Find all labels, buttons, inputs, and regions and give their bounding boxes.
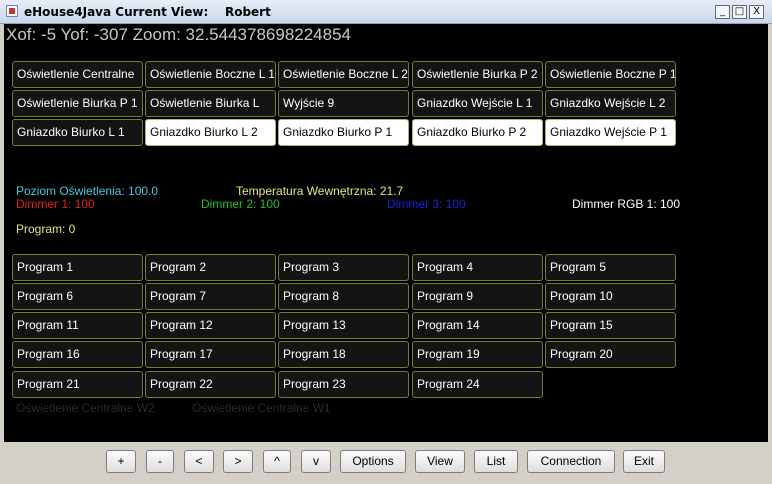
output-tile[interactable]: Oświetlenie Biurka P 1: [12, 90, 143, 117]
output-tile[interactable]: Oświetlenie Centralne: [12, 61, 143, 88]
program-button[interactable]: Program 16: [12, 341, 143, 368]
output-tile[interactable]: Oświetlenie Boczne L 2: [278, 61, 409, 88]
pan-down-button[interactable]: v: [301, 450, 331, 473]
program-button[interactable]: Program 3: [278, 254, 409, 281]
output-tile[interactable]: Gniazdko Wejście P 1: [545, 119, 676, 146]
program-status: Program: 0: [16, 222, 76, 236]
temperature-reading: Temperatura Wewnętrzna: 21.7: [236, 184, 404, 198]
program-button[interactable]: Program 2: [145, 254, 276, 281]
program-button[interactable]: Program 8: [278, 283, 409, 310]
program-button[interactable]: Program 18: [278, 341, 409, 368]
output-tile[interactable]: Gniazdko Biurko L 2: [145, 119, 276, 146]
window-title: eHouse4Java Current View: Robert: [24, 5, 271, 19]
program-button[interactable]: Program 19: [412, 341, 543, 368]
program-button[interactable]: Program 11: [12, 312, 143, 339]
connection-button[interactable]: Connection: [527, 450, 615, 473]
output-tile[interactable]: Gniazdko Biurko P 2: [412, 119, 543, 146]
program-button[interactable]: Program 13: [278, 312, 409, 339]
program-button[interactable]: Program 12: [145, 312, 276, 339]
program-button[interactable]: Program 7: [145, 283, 276, 310]
output-tile[interactable]: Oświetlenie Biurka P 2: [412, 61, 543, 88]
exit-button[interactable]: Exit: [623, 450, 665, 473]
faint-label-w2: Oświetlenie Centralne W2: [16, 401, 155, 415]
list-button[interactable]: List: [474, 450, 518, 473]
output-tile[interactable]: Gniazdko Wejście L 2: [545, 90, 676, 117]
close-button[interactable]: X: [749, 5, 764, 19]
program-button[interactable]: Program 9: [412, 283, 543, 310]
program-button[interactable]: Program 1: [12, 254, 143, 281]
options-button[interactable]: Options: [340, 450, 406, 473]
pan-up-button[interactable]: ^: [263, 450, 291, 473]
pan-right-button[interactable]: >: [223, 450, 253, 473]
dimmer-2-reading: Dimmer 2: 100: [201, 197, 280, 211]
program-button[interactable]: Program 21: [12, 371, 143, 398]
view-coordinates: Xof: -5 Yof: -307 Zoom: 32.5443786982248…: [6, 25, 351, 44]
program-button[interactable]: Program 10: [545, 283, 676, 310]
maximize-button[interactable]: □: [732, 5, 747, 19]
toolbar: + - < > ^ v Options View List Connection…: [0, 442, 772, 484]
output-tile[interactable]: Gniazdko Wejście L 1: [412, 90, 543, 117]
faint-label-w1: Oświetlenie Centralne W1: [192, 401, 331, 415]
program-button[interactable]: Program 24: [412, 371, 543, 398]
zoom-out-button[interactable]: -: [146, 450, 174, 473]
light-level-reading: Poziom Oświetlenia: 100.0: [16, 184, 159, 198]
program-button[interactable]: Program 5: [545, 254, 676, 281]
output-tile[interactable]: Oświetlenie Boczne P 1: [545, 61, 676, 88]
output-tile[interactable]: Wyjście 9: [278, 90, 409, 117]
view-button[interactable]: View: [415, 450, 465, 473]
app-icon: [6, 5, 18, 17]
minimize-button[interactable]: _: [715, 5, 730, 19]
program-button[interactable]: Program 4: [412, 254, 543, 281]
output-tile[interactable]: Oświetlenie Boczne L 1: [145, 61, 276, 88]
program-button[interactable]: Program 20: [545, 341, 676, 368]
program-button[interactable]: Program 17: [145, 341, 276, 368]
dimmer-3-reading: Dimmer 3: 100: [387, 197, 466, 211]
dimmer-1-reading: Dimmer 1: 100: [16, 197, 95, 211]
output-tile[interactable]: Oświetlenie Biurka L: [145, 90, 276, 117]
program-button[interactable]: Program 14: [412, 312, 543, 339]
program-button[interactable]: Program 15: [545, 312, 676, 339]
output-tile[interactable]: Gniazdko Biurko L 1: [12, 119, 143, 146]
program-button[interactable]: Program 6: [12, 283, 143, 310]
dimmer-rgb-reading: Dimmer RGB 1: 100: [572, 197, 681, 211]
zoom-in-button[interactable]: +: [106, 450, 136, 473]
program-button[interactable]: Program 23: [278, 371, 409, 398]
program-button[interactable]: Program 22: [145, 371, 276, 398]
output-tile[interactable]: Gniazdko Biurko P 1: [278, 119, 409, 146]
title-bar: eHouse4Java Current View: Robert _ □ X: [0, 0, 772, 24]
view-canvas[interactable]: Xof: -5 Yof: -307 Zoom: 32.5443786982248…: [4, 24, 768, 442]
pan-left-button[interactable]: <: [184, 450, 214, 473]
